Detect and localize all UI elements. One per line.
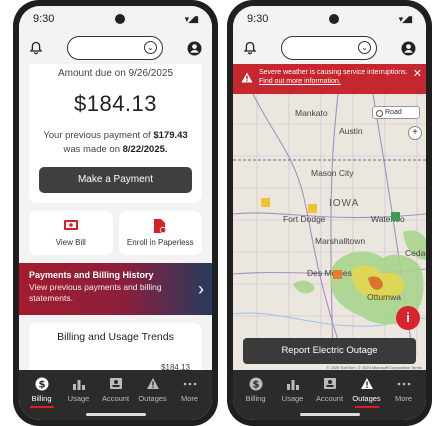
warning-icon	[349, 376, 385, 391]
chevron-right-icon: ›	[198, 279, 204, 299]
alert-message: Severe weather is causing service interr…	[259, 69, 408, 76]
state-label: IOWA	[329, 198, 360, 209]
bell-icon[interactable]	[29, 41, 43, 55]
due-date-label: Amount due on 9/26/2025	[57, 68, 174, 79]
banner-title: Payments and Billing History	[29, 270, 154, 280]
payment-history-banner[interactable]: Payments and Billing History View previo…	[19, 263, 212, 315]
previous-payment-text: Your previous payment of $179.43 was mad…	[43, 130, 188, 155]
alert-more-info-link[interactable]: Find out more information.	[259, 78, 341, 85]
status-time: 9:30	[33, 13, 55, 25]
account-selector[interactable]: ⌄	[281, 36, 377, 60]
city-label: Austin	[339, 126, 363, 136]
outage-marker[interactable]	[333, 270, 342, 279]
chevron-down-icon: ⌄	[144, 41, 157, 54]
camera-cutout	[114, 14, 125, 24]
bell-icon[interactable]	[243, 41, 257, 55]
outage-map[interactable]: Severe weather is causing service interr…	[233, 64, 426, 370]
city-label: Mankato	[295, 108, 328, 118]
home-indicator[interactable]	[299, 413, 360, 416]
map-attribution: © 2025 TomTom, © 2025 Microsoft Corporat…	[326, 365, 422, 370]
trends-title: Billing and Usage Trends	[57, 331, 174, 343]
info-button[interactable]: i	[396, 306, 420, 330]
city-label: Fort Dodge	[283, 214, 326, 224]
outage-marker[interactable]	[261, 198, 270, 207]
signal-icon: ▾◢▮	[184, 13, 199, 24]
top-bar: ⌄	[233, 32, 426, 64]
dollar-icon: $	[24, 376, 60, 391]
signal-icon: ▾◢▮	[398, 13, 413, 24]
map-style-toggle[interactable]: Road	[372, 106, 420, 119]
city-label: Cedar	[405, 248, 426, 258]
warning-icon	[241, 72, 253, 86]
dollar-icon: $	[238, 376, 274, 391]
account-card-icon	[98, 376, 134, 391]
bill-summary-card: Amount due on 9/26/2025 $184.13 Your pre…	[29, 64, 202, 203]
chevron-down-icon: ⌄	[358, 41, 371, 54]
previous-payment-amount: $179.43	[153, 130, 188, 141]
city-label: Des Moines	[307, 268, 352, 278]
make-payment-button[interactable]: Make a Payment	[39, 167, 192, 193]
bottom-nav: $ Billing Usage Account Outages More	[233, 370, 426, 420]
amount-due: $184.13	[73, 91, 158, 116]
bar-chart-icon	[275, 376, 311, 391]
outages-screen: 9:30 ▾◢▮ ⌄ Severe weather is causing ser…	[233, 6, 426, 420]
close-icon[interactable]: ✕	[413, 69, 422, 80]
paperless-icon	[119, 218, 203, 234]
home-indicator[interactable]	[85, 413, 146, 416]
banner-subtitle: View previous payments and billing state…	[29, 282, 162, 303]
profile-icon[interactable]	[401, 41, 416, 56]
top-bar: ⌄	[19, 32, 212, 64]
svg-text:$: $	[38, 379, 45, 390]
camera-cutout	[328, 14, 339, 24]
status-time: 9:30	[247, 13, 269, 25]
phone-billing: 9:30 ▾◢▮ ⌄ Amount due on 9/26/2025 $184.…	[13, 0, 218, 426]
city-label: Mason City	[311, 168, 354, 178]
bill-icon	[29, 218, 113, 234]
city-label: Ottumwa	[367, 292, 402, 302]
account-selector[interactable]: ⌄	[67, 36, 163, 60]
outage-marker[interactable]	[308, 204, 317, 213]
city-label: Marshalltown	[315, 236, 366, 246]
nav-more[interactable]: More	[386, 376, 422, 420]
profile-icon[interactable]	[187, 41, 202, 56]
billing-screen: 9:30 ▾◢▮ ⌄ Amount due on 9/26/2025 $184.…	[19, 6, 212, 420]
nav-billing[interactable]: $ Billing	[24, 376, 60, 420]
zoom-in-button[interactable]: +	[408, 126, 422, 140]
more-icon	[172, 376, 208, 391]
svg-text:$: $	[252, 379, 259, 390]
previous-payment-date: 8/22/2025.	[122, 144, 168, 155]
enroll-paperless-button[interactable]: Enroll in Paperless	[118, 211, 203, 255]
status-bar: 9:30 ▾◢▮	[19, 6, 212, 32]
bill-actions: View Bill Enroll in Paperless	[29, 211, 202, 255]
bar-chart-icon	[61, 376, 97, 391]
severe-weather-alert: Severe weather is causing service interr…	[233, 64, 426, 94]
nav-billing[interactable]: $ Billing	[238, 376, 274, 420]
more-icon	[386, 376, 422, 391]
phone-outages: 9:30 ▾◢▮ ⌄ Severe weather is causing ser…	[227, 0, 432, 426]
view-bill-button[interactable]: View Bill	[29, 211, 113, 255]
account-card-icon	[312, 376, 348, 391]
warning-icon	[135, 376, 171, 391]
status-bar: 9:30 ▾◢▮	[233, 6, 426, 32]
outage-marker[interactable]	[391, 212, 400, 221]
report-outage-button[interactable]: Report Electric Outage	[243, 338, 416, 364]
nav-more[interactable]: More	[172, 376, 208, 420]
bottom-nav: $ Billing Usage Account Outages More	[19, 370, 212, 420]
